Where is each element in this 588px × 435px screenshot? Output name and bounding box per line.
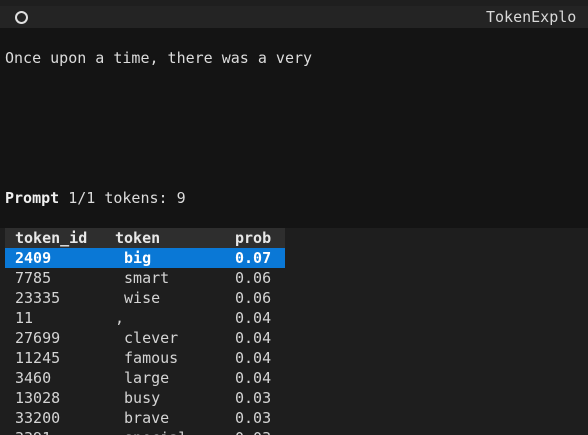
- row-token: famous: [115, 349, 179, 367]
- header-token[interactable]: token: [115, 228, 160, 248]
- row-token-id: 2409: [15, 249, 52, 267]
- table-row[interactable]: 2409 big 0.07: [5, 248, 285, 268]
- circle-icon[interactable]: [15, 11, 28, 24]
- row-prob: 0.04: [235, 309, 272, 327]
- row-token-id: 11: [15, 309, 34, 327]
- row-prob: 0.04: [235, 329, 272, 347]
- table-row[interactable]: 23335 wise 0.06: [5, 288, 285, 308]
- table-row[interactable]: 11, 0.04: [5, 308, 285, 328]
- table-header: token_id token prob: [5, 228, 285, 248]
- row-prob: 0.06: [235, 269, 272, 287]
- window-title: TokenExplo: [486, 8, 577, 26]
- row-token: clever: [115, 329, 179, 347]
- row-prob: 0.06: [235, 289, 272, 307]
- row-token: busy: [115, 389, 161, 407]
- row-token: wise: [115, 289, 161, 307]
- row-prob: 0.07: [235, 249, 272, 267]
- row-token: brave: [115, 409, 170, 427]
- title-bar: TokenExplo: [0, 6, 588, 28]
- row-token: large: [115, 369, 170, 387]
- row-token-id: 11245: [15, 349, 61, 367]
- row-prob: 0.03: [235, 389, 272, 407]
- table-row[interactable]: 7785 smart 0.06: [5, 268, 285, 288]
- row-token-id: 7785: [15, 269, 52, 287]
- row-token-id: 23335: [15, 289, 61, 307]
- row-prob: 0.04: [235, 349, 272, 367]
- table-row[interactable]: 3391 special 0.03: [5, 428, 285, 435]
- table-row[interactable]: 27699 clever 0.04: [5, 328, 285, 348]
- table-row[interactable]: 33200 brave 0.03: [5, 408, 285, 428]
- status-text: 1/1 tokens: 9: [59, 189, 186, 207]
- row-prob: 0.03: [235, 428, 271, 435]
- table-row[interactable]: 11245 famous 0.04: [5, 348, 285, 368]
- row-token-id: 13028: [15, 389, 61, 407]
- table-row[interactable]: 3460 large 0.04: [5, 368, 285, 388]
- row-token: smart: [115, 269, 170, 287]
- row-token: ,: [115, 309, 125, 327]
- status-label: Prompt: [5, 189, 60, 207]
- row-token-id: 3460: [15, 369, 52, 387]
- row-token-id: 33200: [15, 409, 61, 427]
- token-table: token_id token prob 2409 big 0.07 7785 sma…: [0, 228, 588, 435]
- header-token-id[interactable]: token_id: [15, 228, 87, 248]
- row-prob: 0.03: [235, 409, 272, 427]
- row-token: big: [115, 249, 152, 267]
- status-line: Prompt 1/1 tokens: 9: [5, 188, 186, 208]
- row-prob: 0.04: [235, 369, 272, 387]
- row-token: special: [115, 428, 187, 435]
- row-token-id: 27699: [15, 329, 61, 347]
- row-token-id: 3391: [15, 428, 51, 435]
- header-prob[interactable]: prob: [235, 228, 271, 248]
- story-text: Once upon a time, there was a very: [5, 49, 313, 67]
- table-row[interactable]: 13028 busy 0.03: [5, 388, 285, 408]
